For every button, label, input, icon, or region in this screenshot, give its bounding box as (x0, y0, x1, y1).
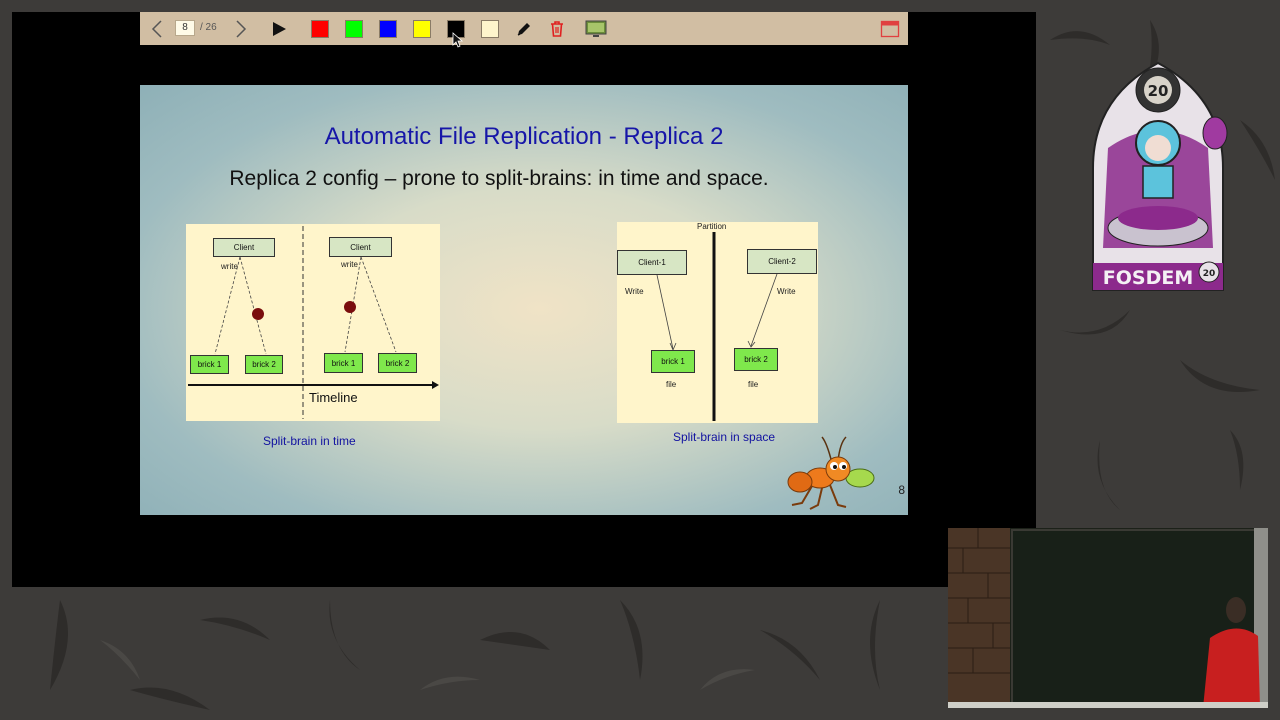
brick-1-node: brick 1 (324, 353, 363, 373)
screen-icon (585, 20, 607, 37)
file-label: file (748, 380, 759, 389)
color-green-button[interactable] (344, 12, 364, 45)
slide-title: Automatic File Replication - Replica 2 (324, 123, 724, 150)
write-label: write (221, 262, 238, 271)
minimize-toolbar-button[interactable] (878, 12, 902, 45)
trash-icon (551, 20, 563, 37)
yellow-swatch (413, 19, 431, 38)
logo-year: 20 (1148, 82, 1169, 100)
split-brain-time-caption: Split-brain in time (263, 434, 356, 448)
start-presentation-button[interactable] (268, 12, 290, 45)
write-label: Write (777, 287, 796, 296)
slide: Automatic File Replication - Replica 2 R… (140, 85, 908, 515)
previous-page-button[interactable] (148, 12, 166, 45)
client-node: Client (213, 238, 275, 257)
file-label: file (666, 380, 677, 389)
brick-2-node: brick 2 (378, 353, 417, 373)
split-brain-space-diagram: Partition Client-1 Client-2 Write Write … (617, 222, 818, 423)
next-page-button[interactable] (232, 12, 250, 45)
fosdem-logo-image: 20 FOSDEM 20 (1092, 61, 1228, 291)
brick-1-node: brick 1 (651, 350, 695, 373)
split-brain-time-diagram: Client write brick 1 brick 2 Client writ… (186, 224, 440, 421)
speaker-video (948, 528, 1268, 708)
mouse-cursor-icon (452, 32, 464, 48)
pen-tool-button[interactable] (514, 12, 534, 45)
chevron-right-icon (236, 19, 247, 38)
brick-2-node: brick 2 (245, 355, 283, 374)
clear-drawing-button[interactable] (547, 12, 567, 45)
chevron-left-icon (151, 19, 162, 38)
client-1-node: Client-1 (617, 250, 687, 275)
red-swatch (311, 19, 329, 38)
split-brain-space-caption: Split-brain in space (673, 430, 776, 444)
slide-subtitle: Replica 2 config – prone to split-brains… (229, 167, 769, 190)
color-blue-button[interactable] (378, 12, 398, 45)
timeline-label: Timeline (309, 390, 358, 405)
partition-label: Partition (697, 222, 727, 231)
write-label: write (341, 260, 358, 269)
cream-swatch (481, 19, 499, 38)
ant-mascot-image (787, 436, 875, 510)
brick-1-node: brick 1 (190, 355, 229, 374)
color-yellow-button[interactable] (412, 12, 432, 45)
play-icon (273, 21, 286, 36)
pen-icon (517, 22, 530, 36)
green-swatch (345, 19, 363, 38)
logo-year-small: 20 (1203, 269, 1216, 279)
client-2-node: Client-2 (747, 249, 817, 274)
minimize-icon (880, 20, 900, 37)
brick-2-node: brick 2 (734, 348, 778, 371)
speaker-video-frame (948, 528, 1268, 708)
screen-mode-button[interactable] (584, 12, 608, 45)
client-node: Client (329, 237, 392, 257)
color-cream-button[interactable] (480, 12, 500, 45)
blue-swatch (379, 19, 397, 38)
write-label: Write (625, 287, 644, 296)
page-total-label: / 26 (200, 22, 217, 33)
viewer-toolbar: / 26 (140, 12, 908, 48)
logo-name: FOSDEM (1103, 267, 1193, 289)
slide-page-number: 8 (898, 483, 905, 497)
color-red-button[interactable] (310, 12, 330, 45)
page-number-input[interactable] (175, 20, 195, 36)
